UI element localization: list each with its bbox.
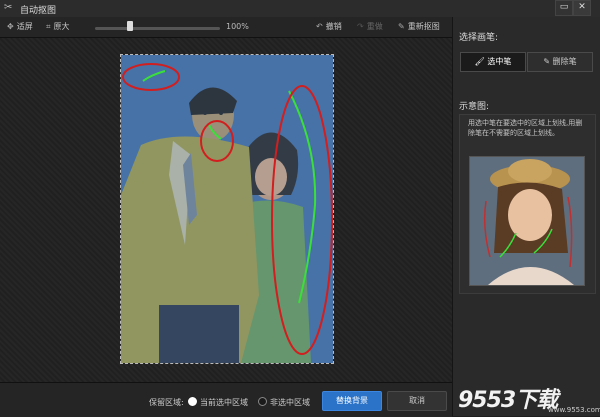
undo-icon: ↶ <box>316 22 323 31</box>
zoom-value: 100% <box>226 22 249 31</box>
reset-cutout-button[interactable]: ✎ 重新抠图 <box>398 21 440 32</box>
radio-dot-unchecked <box>258 397 267 406</box>
select-brush-icon: 🖌 <box>474 57 488 66</box>
photo-illustration <box>121 55 333 363</box>
erase-brush-icon: ✎ <box>543 57 553 66</box>
minimize-button[interactable]: ▭ <box>555 0 573 16</box>
brush-reset-icon: ✎ <box>398 22 405 31</box>
example-section-title: 示意图: <box>459 102 490 112</box>
erase-brush-button[interactable]: ✎ 删除笔 <box>527 52 593 72</box>
example-description: 用选中笔在要选中的区域上划线,用删除笔在不需要的区域上划线。 <box>468 119 583 137</box>
radio-unselected-area[interactable]: 非选中区域 <box>258 397 310 408</box>
watermark-url: www.9553.com <box>548 406 600 414</box>
redo-button[interactable]: ↷ 重做 <box>357 21 383 32</box>
watermark-logo: 9553下载 <box>458 388 558 413</box>
keep-area-label: 保留区域: <box>149 398 184 407</box>
example-illustration <box>470 157 584 285</box>
fit-screen-icon: ✥ <box>7 22 14 31</box>
fit-screen-button[interactable]: ✥ 适屏 <box>7 21 33 32</box>
original-size-button[interactable]: ⌗ 原大 <box>46 21 70 32</box>
radio-dot-checked <box>188 397 197 406</box>
example-image <box>469 156 585 286</box>
editing-canvas[interactable] <box>0 38 452 382</box>
toolbar: ✥ 适屏 ⌗ 原大 100% ↶ 撤销 ↷ 重做 ✎ 重新抠图 <box>0 17 452 38</box>
photo-image[interactable] <box>120 54 334 364</box>
right-panel: 选择画笔: 🖌 选中笔 ✎ 删除笔 示意图: 用选中笔在要选中的区域上划线,用删… <box>452 17 600 416</box>
title-bar: ✂ 自动抠图 ▭ ✕ <box>0 0 600 18</box>
brush-section-title: 选择画笔: <box>459 33 499 43</box>
close-button[interactable]: ✕ <box>573 0 591 16</box>
original-size-icon: ⌗ <box>46 22 51 31</box>
scissors-icon: ✂ <box>4 2 13 13</box>
redo-icon: ↷ <box>357 22 364 31</box>
watermark: 9553下载 www.9553.com <box>452 376 600 416</box>
bottom-bar: 保留区域: 当前选中区域 非选中区域 替换背景 取消 <box>0 382 452 417</box>
cancel-button[interactable]: 取消 <box>387 391 447 411</box>
zoom-slider-thumb[interactable] <box>127 21 133 31</box>
example-box: 用选中笔在要选中的区域上划线,用删除笔在不需要的区域上划线。 <box>459 114 596 294</box>
replace-background-button[interactable]: 替换背景 <box>322 391 382 411</box>
undo-button[interactable]: ↶ 撤销 <box>316 21 342 32</box>
select-brush-button[interactable]: 🖌 选中笔 <box>460 52 526 72</box>
zoom-slider-track[interactable] <box>95 27 220 30</box>
window-title: 自动抠图 <box>20 6 57 16</box>
radio-current-selection[interactable]: 当前选中区域 <box>188 397 248 408</box>
